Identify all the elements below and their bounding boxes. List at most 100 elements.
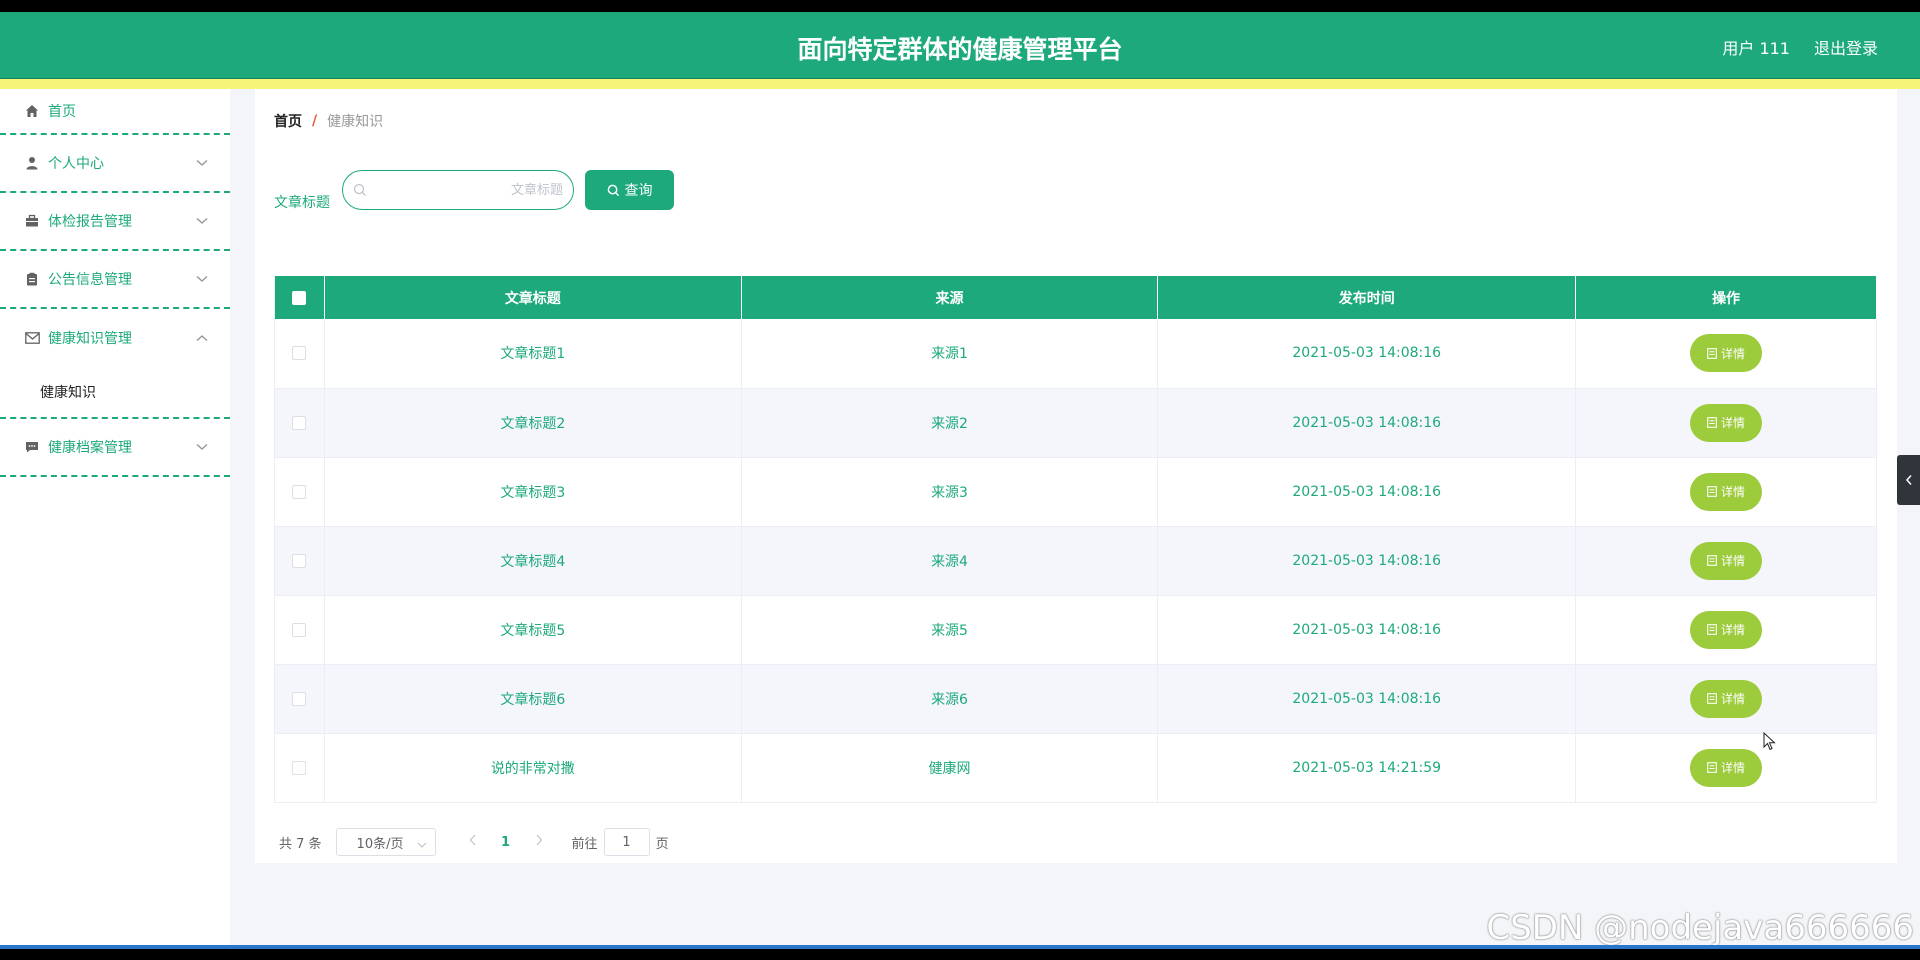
sidebar-item-label: 体检报告管理	[48, 214, 132, 230]
sidebar-item-label: 个人中心	[48, 156, 104, 172]
content-card: 文章标题 查询 文章标题 来源 发布时间 操作	[255, 151, 1897, 863]
row-checkbox[interactable]	[292, 415, 307, 430]
query-button-label: 查询	[624, 183, 653, 199]
search-input[interactable]	[377, 179, 563, 201]
chevron-down-icon	[196, 271, 208, 287]
cell-actions: 详情	[1575, 595, 1877, 665]
row-select-cell	[274, 733, 325, 803]
breadcrumb: 首页 / 健康知识	[255, 89, 1897, 152]
pagination: 共 7 条 10条/页 1 前往 页	[279, 828, 669, 856]
page-number[interactable]: 1	[488, 835, 524, 850]
cell-source: 来源6	[741, 664, 1159, 734]
cell-actions: 详情	[1575, 526, 1877, 596]
table-row: 文章标题5 来源5 2021-05-03 14:08:16 详情	[274, 595, 1877, 665]
cell-actions: 详情	[1575, 733, 1877, 803]
row-select-cell	[274, 595, 325, 665]
cell-time: 2021-05-03 14:08:16	[1157, 526, 1577, 596]
document-icon	[1707, 417, 1717, 428]
detail-button-label: 详情	[1721, 692, 1746, 706]
chevron-left-icon	[469, 834, 476, 846]
cell-time: 2021-05-03 14:08:16	[1157, 664, 1577, 734]
row-checkbox[interactable]	[292, 760, 307, 775]
detail-button-label: 详情	[1721, 761, 1746, 775]
cell-title: 文章标题2	[324, 388, 742, 458]
detail-button[interactable]: 详情	[1690, 748, 1763, 787]
column-header-actions: 操作	[1575, 276, 1877, 319]
sidebar-item-label: 健康档案管理	[48, 440, 132, 456]
search-label: 文章标题	[274, 195, 330, 211]
chevron-down-icon	[196, 439, 208, 455]
query-button[interactable]: 查询	[585, 170, 674, 210]
sidebar-group-health-knowledge: 健康知识管理 健康知识	[0, 309, 230, 419]
sidebar-item-health-records[interactable]: 健康档案管理	[0, 419, 230, 477]
cell-title: 文章标题5	[324, 595, 742, 665]
chevron-left-icon	[1905, 475, 1912, 485]
message-icon	[24, 439, 40, 455]
table-row: 文章标题1 来源1 2021-05-03 14:08:16 详情	[274, 319, 1877, 389]
cell-source: 来源5	[741, 595, 1159, 665]
bottom-edge	[0, 945, 1920, 949]
sidebar-item-health-knowledge-management[interactable]: 健康知识管理	[0, 309, 230, 367]
table-row: 说的非常对撒 健康网 2021-05-03 14:21:59 详情	[274, 733, 1877, 803]
row-select-cell	[274, 664, 325, 734]
detail-button-label: 详情	[1721, 416, 1746, 430]
collapse-panel-tab[interactable]	[1897, 455, 1920, 505]
column-header-time[interactable]: 发布时间	[1157, 276, 1577, 319]
detail-button[interactable]: 详情	[1690, 472, 1763, 511]
cell-source: 来源2	[741, 388, 1159, 458]
document-icon	[1707, 762, 1717, 773]
cell-title: 说的非常对撒	[324, 733, 742, 803]
logout-link[interactable]: 退出登录	[1814, 35, 1878, 59]
search-icon	[353, 182, 367, 201]
cell-time: 2021-05-03 14:08:16	[1157, 595, 1577, 665]
goto-label: 前往	[571, 836, 598, 852]
page-size-select[interactable]: 10条/页	[335, 828, 436, 856]
detail-button[interactable]: 详情	[1690, 610, 1763, 649]
cell-source: 来源1	[741, 319, 1159, 389]
goto-page-input[interactable]	[603, 828, 650, 856]
sidebar-item-checkup-report[interactable]: 体检报告管理	[0, 193, 230, 251]
app-window: 面向特定群体的健康管理平台 用户 111 退出登录 首页 个人中心 体检报告管理	[0, 12, 1920, 946]
sidebar-item-announcement[interactable]: 公告信息管理	[0, 251, 230, 309]
current-user: 用户 111	[1722, 39, 1790, 58]
user-icon	[24, 155, 40, 171]
next-page-button[interactable]	[524, 834, 554, 850]
row-checkbox[interactable]	[292, 346, 307, 361]
row-checkbox[interactable]	[292, 553, 307, 568]
row-checkbox[interactable]	[292, 691, 307, 706]
sidebar-subitem-health-knowledge[interactable]: 健康知识	[0, 367, 230, 417]
mail-icon	[24, 330, 40, 346]
column-header-source[interactable]: 来源	[741, 276, 1159, 319]
page-size-value: 10条/页	[356, 836, 404, 852]
search-box	[342, 170, 574, 210]
detail-button-label: 详情	[1721, 346, 1746, 361]
home-icon	[24, 103, 40, 119]
select-all-cell	[274, 276, 325, 319]
row-checkbox[interactable]	[292, 622, 307, 637]
mouse-cursor-icon	[1763, 731, 1777, 756]
cell-source: 健康网	[741, 733, 1159, 803]
detail-button[interactable]: 详情	[1690, 679, 1763, 718]
detail-button[interactable]: 详情	[1690, 403, 1763, 442]
cell-title: 文章标题4	[324, 526, 742, 596]
briefcase-icon	[24, 213, 40, 229]
cell-actions: 详情	[1575, 388, 1877, 458]
chevron-down-icon	[417, 838, 427, 853]
detail-button[interactable]: 详情	[1690, 334, 1763, 373]
detail-button[interactable]: 详情	[1690, 541, 1763, 580]
row-select-cell	[274, 457, 325, 527]
sidebar-item-personal-center[interactable]: 个人中心	[0, 135, 230, 193]
breadcrumb-home[interactable]: 首页	[274, 111, 302, 131]
table-row: 文章标题2 来源2 2021-05-03 14:08:16 详情	[274, 388, 1877, 458]
select-all-checkbox[interactable]	[292, 290, 307, 305]
sidebar-item-home[interactable]: 首页	[0, 89, 230, 135]
pagination-total: 共 7 条	[279, 836, 322, 852]
row-select-cell	[274, 388, 325, 458]
row-checkbox[interactable]	[292, 484, 307, 499]
document-icon	[1707, 347, 1717, 359]
prev-page-button[interactable]	[458, 834, 488, 850]
chevron-down-icon	[196, 213, 208, 229]
column-header-title[interactable]: 文章标题	[324, 276, 742, 319]
table-body: 文章标题1 来源1 2021-05-03 14:08:16 详情 文章标题2 来源2 202…	[274, 319, 1877, 803]
chevron-down-icon	[196, 155, 208, 171]
